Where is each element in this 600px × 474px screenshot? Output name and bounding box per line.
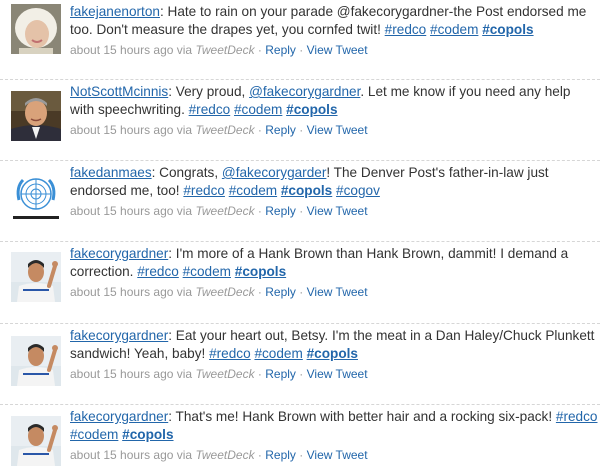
hashtag-link[interactable]: #redco [183, 183, 225, 198]
reply-link[interactable]: Reply [265, 285, 296, 299]
tweet-meta: about 15 hours ago via TweetDeck · Reply… [70, 446, 598, 464]
view-tweet-link[interactable]: View Tweet [307, 43, 368, 57]
mention-link[interactable]: @fakecorygardner [249, 84, 360, 99]
separator: · [295, 43, 307, 57]
tweet-text: : That's me! Hank Brown with better hair… [168, 409, 556, 424]
un-emblem-icon[interactable] [11, 172, 61, 222]
timestamp: about 15 hours ago [70, 123, 174, 137]
view-tweet-link[interactable]: View Tweet [307, 448, 368, 462]
hashtag-link[interactable]: #codem [70, 427, 118, 442]
client-name: TweetDeck [195, 123, 255, 137]
client-name: TweetDeck [195, 43, 255, 57]
client-name: TweetDeck [195, 448, 255, 462]
reply-link[interactable]: Reply [265, 123, 296, 137]
separator: · [254, 367, 266, 381]
tweet-text: : Congrats, [151, 165, 222, 180]
tweet-body: fakejanenorton: Hate to rain on your par… [70, 3, 598, 59]
tweet-meta: about 15 hours ago via TweetDeck · Reply… [70, 365, 598, 383]
via-label: via [173, 448, 196, 462]
hashtag-link[interactable]: #redco [556, 409, 598, 424]
hashtag-link[interactable]: #codem [229, 183, 277, 198]
username-link[interactable]: fakedanmaes [70, 165, 152, 180]
hashtag-link[interactable]: #redco [137, 264, 179, 279]
hashtag-link[interactable]: #redco [189, 102, 231, 117]
username-link[interactable]: fakecorygardner [70, 246, 168, 261]
separator: · [254, 204, 266, 218]
tweet-meta: about 15 hours ago via TweetDeck · Reply… [70, 121, 598, 139]
timestamp: about 15 hours ago [70, 285, 174, 299]
username-link[interactable]: NotScottMcinnis [70, 84, 168, 99]
via-label: via [173, 367, 196, 381]
via-label: via [173, 43, 196, 57]
tweet-body: fakedanmaes: Congrats, @fakecorygarder! … [70, 164, 598, 220]
hashtag-link[interactable]: #copols [235, 264, 286, 279]
reply-link[interactable]: Reply [265, 43, 296, 57]
separator: · [254, 43, 266, 57]
timestamp: about 15 hours ago [70, 204, 174, 218]
hashtag-link[interactable]: #codem [254, 346, 302, 361]
via-label: via [173, 285, 196, 299]
hashtag-link[interactable]: #codem [430, 22, 478, 37]
tweet-body: NotScottMcinnis: Very proud, @fakecoryga… [70, 83, 598, 139]
portrait-man-waving-icon[interactable] [11, 336, 61, 386]
tweet-item: fakejanenorton: Hate to rain on your par… [0, 0, 600, 80]
hashtag-link[interactable]: #redco [385, 22, 427, 37]
tweet-timeline: fakejanenorton: Hate to rain on your par… [0, 0, 600, 474]
tweet-meta: about 15 hours ago via TweetDeck · Reply… [70, 283, 598, 301]
tweet-item: fakecorygardner: I'm more of a Hank Brow… [0, 242, 600, 324]
view-tweet-link[interactable]: View Tweet [307, 204, 368, 218]
tweet-meta: about 15 hours ago via TweetDeck · Reply… [70, 202, 598, 220]
hashtag-link[interactable]: #copols [281, 183, 332, 198]
timestamp: about 15 hours ago [70, 367, 174, 381]
tweet-item: fakecorygardner: Eat your heart out, Bet… [0, 324, 600, 405]
portrait-man-waving-icon[interactable] [11, 416, 61, 466]
view-tweet-link[interactable]: View Tweet [307, 367, 368, 381]
tweet-item: fakecorygardner: That's me! Hank Brown w… [0, 405, 600, 474]
hashtag-link[interactable]: #codem [234, 102, 282, 117]
view-tweet-link[interactable]: View Tweet [307, 123, 368, 137]
client-name: TweetDeck [195, 367, 255, 381]
tweet-item: NotScottMcinnis: Very proud, @fakecoryga… [0, 80, 600, 161]
username-link[interactable]: fakejanenorton [70, 4, 160, 19]
hashtag-link[interactable]: #copols [307, 346, 358, 361]
username-link[interactable]: fakecorygardner [70, 409, 168, 424]
view-tweet-link[interactable]: View Tweet [307, 285, 368, 299]
separator: · [254, 123, 266, 137]
tweet-item: fakedanmaes: Congrats, @fakecorygarder! … [0, 161, 600, 242]
hashtag-link[interactable]: #copols [482, 22, 533, 37]
tweet-text: : Very proud, [168, 84, 250, 99]
tweet-body: fakecorygardner: That's me! Hank Brown w… [70, 408, 598, 464]
separator: · [295, 123, 307, 137]
client-name: TweetDeck [195, 204, 255, 218]
separator: · [295, 367, 307, 381]
via-label: via [173, 204, 196, 218]
portrait-blonde-woman-icon[interactable] [11, 4, 61, 54]
mention-link[interactable]: @fakecorygarder [222, 165, 326, 180]
username-link[interactable]: fakecorygardner [70, 328, 168, 343]
hashtag-link[interactable]: #cogov [336, 183, 380, 198]
timestamp: about 15 hours ago [70, 43, 174, 57]
tweet-body: fakecorygardner: I'm more of a Hank Brow… [70, 245, 598, 301]
portrait-man-suit-icon[interactable] [11, 91, 61, 141]
tweet-meta: about 15 hours ago via TweetDeck · Reply… [70, 41, 598, 59]
hashtag-link[interactable]: #redco [209, 346, 251, 361]
hashtag-link[interactable]: #copols [122, 427, 173, 442]
reply-link[interactable]: Reply [265, 204, 296, 218]
separator: · [254, 448, 266, 462]
separator: · [295, 285, 307, 299]
reply-link[interactable]: Reply [265, 448, 296, 462]
timestamp: about 15 hours ago [70, 448, 174, 462]
reply-link[interactable]: Reply [265, 367, 296, 381]
client-name: TweetDeck [195, 285, 255, 299]
separator: · [295, 448, 307, 462]
hashtag-link[interactable]: #codem [183, 264, 231, 279]
separator: · [295, 204, 307, 218]
via-label: via [173, 123, 196, 137]
tweet-body: fakecorygardner: Eat your heart out, Bet… [70, 327, 598, 383]
portrait-man-waving-icon[interactable] [11, 252, 61, 302]
hashtag-link[interactable]: #copols [286, 102, 337, 117]
separator: · [254, 285, 266, 299]
